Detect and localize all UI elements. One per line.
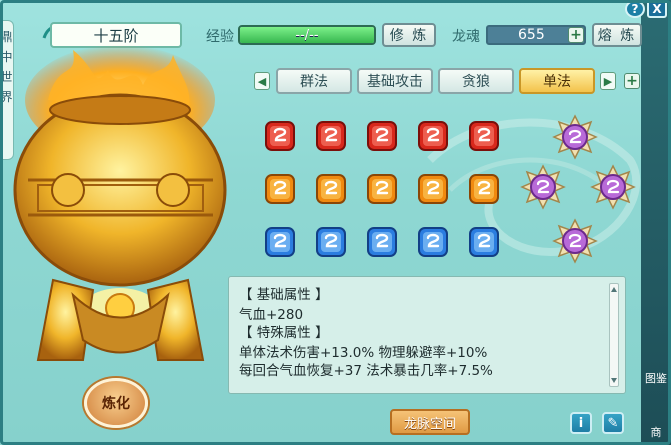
orange-gem-icon[interactable] xyxy=(313,171,349,207)
shop-icon[interactable]: 商 xyxy=(641,400,671,440)
tab-tanlang[interactable]: 贪狼 xyxy=(438,68,514,94)
attribute-panel: 【 基础属性 】 气血+280 【 特殊属性 】 单体法术伤害+13.0% 物理… xyxy=(228,276,626,394)
tab-next-arrow-icon[interactable]: ▶ xyxy=(600,72,616,90)
special-attr-header: 【 特殊属性 】 xyxy=(239,325,329,341)
attribute-scrollbar[interactable] xyxy=(609,283,619,387)
cultivate-button[interactable]: 修 炼 xyxy=(382,23,436,47)
blue-gem-icon[interactable] xyxy=(313,224,349,260)
red-gem-icon[interactable] xyxy=(313,118,349,154)
blue-gem-icon[interactable] xyxy=(415,224,451,260)
close-icon[interactable]: X xyxy=(647,0,667,18)
star-gem-slot[interactable] xyxy=(520,164,566,210)
add-tab-button[interactable]: + xyxy=(624,73,640,89)
tab-single-spell[interactable]: 单法 xyxy=(519,68,595,94)
blue-gem-icon[interactable] xyxy=(364,224,400,260)
blue-gem-icon[interactable] xyxy=(466,224,502,260)
edit-icon[interactable]: ✎ xyxy=(602,412,624,434)
info-button[interactable]: i xyxy=(570,412,592,434)
dragon-soul-label: 龙魂 xyxy=(452,29,480,45)
dragon-soul-value: 655 xyxy=(518,27,545,43)
exp-bar: --/-- xyxy=(238,25,376,45)
scroll-down-icon[interactable] xyxy=(611,378,617,383)
tab-prev-arrow-icon[interactable]: ◀ xyxy=(254,72,270,90)
red-gem-icon[interactable] xyxy=(262,118,298,154)
encyclopedia-label: 图鉴 xyxy=(645,372,667,385)
orange-gem-icon[interactable] xyxy=(364,171,400,207)
orange-gem-icon[interactable] xyxy=(415,171,451,207)
help-icon[interactable]: ? xyxy=(625,0,645,18)
tab-basic-attack[interactable]: 基础攻击 xyxy=(357,68,433,94)
scroll-up-icon[interactable] xyxy=(611,287,617,292)
special-attr-line-1: 单体法术伤害+13.0% 物理躲避率+10% xyxy=(239,345,488,361)
star-gem-slot[interactable] xyxy=(552,114,598,160)
shop-label: 商 xyxy=(650,426,662,439)
red-gem-icon[interactable] xyxy=(364,118,400,154)
add-dragon-soul-button[interactable]: + xyxy=(568,27,584,43)
star-gem-slot[interactable] xyxy=(552,218,598,264)
red-gem-icon[interactable] xyxy=(466,118,502,154)
blue-gem-icon[interactable] xyxy=(262,224,298,260)
encyclopedia-icon[interactable]: 图鉴 xyxy=(641,346,671,386)
special-attr-line-2: 每回合气血恢复+37 法术暴击几率+7.5% xyxy=(239,363,493,379)
dragon-vein-window: 鼎 中 世 界 ? X 十五阶 经验 --/-- 修 炼 龙魂 655 + 熔 … xyxy=(0,0,671,445)
red-gem-icon[interactable] xyxy=(415,118,451,154)
refine-button[interactable]: 炼化 xyxy=(84,378,148,428)
orange-gem-icon[interactable] xyxy=(262,171,298,207)
dragon-vein-space-button[interactable]: 龙脉空间 xyxy=(390,409,470,435)
tab-group-spell[interactable]: 群法 xyxy=(276,68,352,94)
orange-gem-icon[interactable] xyxy=(466,171,502,207)
star-gem-slot[interactable] xyxy=(590,164,636,210)
golden-cauldron-image xyxy=(13,45,227,361)
window-controls: ? X xyxy=(625,0,667,18)
smelt-button[interactable]: 熔 炼 xyxy=(592,23,642,47)
basic-attr-header: 【 基础属性 】 xyxy=(239,287,329,303)
exp-value: --/-- xyxy=(295,27,319,43)
hp-attr: 气血+280 xyxy=(239,307,304,323)
